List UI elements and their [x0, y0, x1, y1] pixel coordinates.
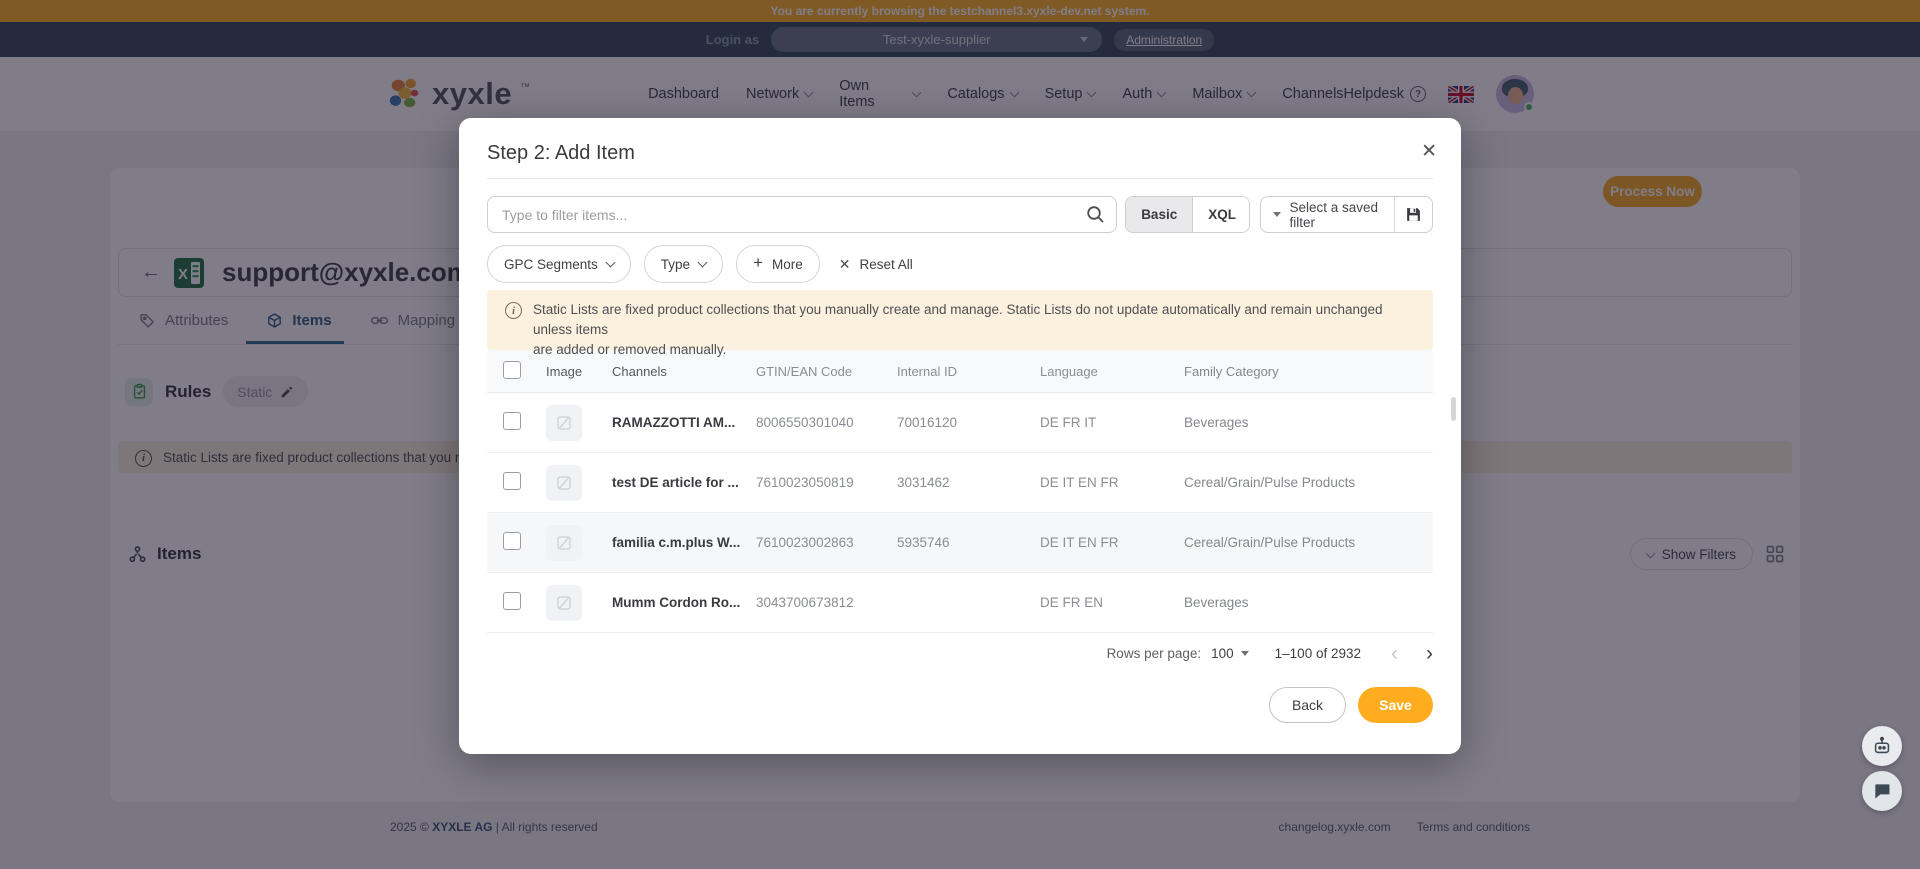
item-family: Beverages: [1169, 595, 1433, 610]
item-gtin: 7610023050819: [741, 475, 882, 490]
static-list-notice: i Static Lists are fixed product collect…: [487, 290, 1433, 350]
table-row[interactable]: test DE article for ... 7610023050819 30…: [487, 453, 1433, 513]
item-internal-id: 3031462: [882, 475, 1025, 490]
chevron-down-icon: [605, 257, 615, 267]
table-row[interactable]: familia c.m.plus W... 7610023002863 5935…: [487, 513, 1433, 573]
info-icon: i: [505, 302, 522, 319]
save-filter-button[interactable]: [1394, 197, 1432, 232]
save-button[interactable]: Save: [1358, 687, 1433, 723]
item-family: Cereal/Grain/Pulse Products: [1169, 475, 1433, 490]
item-language: DE IT EN FR: [1025, 475, 1169, 490]
previous-page-button[interactable]: ‹: [1391, 643, 1398, 664]
next-page-button[interactable]: ›: [1426, 643, 1433, 664]
col-image: Image: [531, 364, 597, 379]
gpc-segments-filter[interactable]: GPC Segments: [487, 245, 631, 283]
item-language: DE IT EN FR: [1025, 535, 1169, 550]
back-button[interactable]: Back: [1269, 687, 1346, 723]
mode-xql-button[interactable]: XQL: [1193, 197, 1249, 232]
no-image-placeholder: [546, 525, 582, 561]
item-gtin: 7610023002863: [741, 535, 882, 550]
search-icon[interactable]: [1085, 204, 1105, 229]
item-name: RAMAZZOTTI AM...: [597, 415, 741, 430]
col-family-category: Family Category: [1169, 364, 1433, 379]
pagination-range: 1–100 of 2932: [1275, 646, 1361, 661]
col-internal-id: Internal ID: [882, 364, 1025, 379]
plus-icon: +: [753, 253, 763, 273]
item-name: familia c.m.plus W...: [597, 535, 741, 550]
modal-title: Step 2: Add Item: [487, 142, 1433, 165]
chat-bubble-icon: [1872, 781, 1892, 801]
item-internal-id: 70016120: [882, 415, 1025, 430]
item-gtin: 3043700673812: [741, 595, 882, 610]
floppy-disk-icon: [1405, 206, 1422, 223]
assistant-robot-button[interactable]: [1862, 726, 1902, 766]
row-checkbox[interactable]: [503, 412, 521, 430]
items-table: Image Channels GTIN/EAN Code Internal ID…: [487, 350, 1433, 633]
item-name: Mumm Cordon Ro...: [597, 595, 741, 610]
chat-button[interactable]: [1862, 771, 1902, 811]
chevron-down-icon: [698, 257, 708, 267]
close-icon[interactable]: ✕: [1421, 140, 1437, 163]
col-language: Language: [1025, 364, 1169, 379]
select-all-checkbox[interactable]: [503, 361, 521, 379]
rows-per-page-label: Rows per page:: [1107, 646, 1202, 661]
more-filters-button[interactable]: + More: [736, 245, 820, 283]
row-checkbox[interactable]: [503, 592, 521, 610]
saved-filter-control: Select a saved filter: [1260, 196, 1434, 233]
robot-icon: [1871, 735, 1893, 757]
row-checkbox[interactable]: [503, 472, 521, 490]
rows-per-page-select[interactable]: 100: [1211, 646, 1249, 661]
add-item-modal: Step 2: Add Item ✕ Basic XQL Select a sa…: [459, 118, 1461, 754]
row-checkbox[interactable]: [503, 532, 521, 550]
modal-actions: Back Save: [487, 687, 1433, 723]
mode-basic-button[interactable]: Basic: [1126, 197, 1193, 232]
filter-toolbar: Basic XQL Select a saved filter: [487, 196, 1433, 233]
item-name: test DE article for ...: [597, 475, 741, 490]
saved-filter-select[interactable]: Select a saved filter: [1261, 200, 1395, 230]
pagination-bar: Rows per page: 100 1–100 of 2932 ‹ ›: [487, 633, 1433, 673]
item-family: Cereal/Grain/Pulse Products: [1169, 535, 1433, 550]
type-filter[interactable]: Type: [644, 245, 723, 283]
modal-header: Step 2: Add Item ✕: [487, 118, 1433, 179]
reset-all-button[interactable]: ✕ Reset All: [833, 245, 919, 283]
chevron-down-icon: [1241, 651, 1249, 656]
item-family: Beverages: [1169, 415, 1433, 430]
filter-items-input[interactable]: [487, 196, 1117, 233]
item-internal-id: 5935746: [882, 535, 1025, 550]
col-gtin: GTIN/EAN Code: [741, 364, 882, 379]
scrollbar-thumb[interactable]: [1451, 397, 1456, 421]
x-icon: ✕: [839, 256, 851, 273]
item-language: DE FR IT: [1025, 415, 1169, 430]
item-gtin: 8006550301040: [741, 415, 882, 430]
filter-chips-row: GPC Segments Type + More ✕ Reset All: [487, 245, 1433, 283]
table-row[interactable]: RAMAZZOTTI AM... 8006550301040 70016120 …: [487, 393, 1433, 453]
no-image-placeholder: [546, 465, 582, 501]
item-language: DE FR EN: [1025, 595, 1169, 610]
chevron-down-icon: [1273, 212, 1281, 217]
no-image-placeholder: [546, 405, 582, 441]
filter-mode-toggle: Basic XQL: [1125, 196, 1249, 233]
col-channels: Channels: [597, 364, 741, 379]
table-row[interactable]: Mumm Cordon Ro... 3043700673812 DE FR EN…: [487, 573, 1433, 633]
no-image-placeholder: [546, 585, 582, 621]
